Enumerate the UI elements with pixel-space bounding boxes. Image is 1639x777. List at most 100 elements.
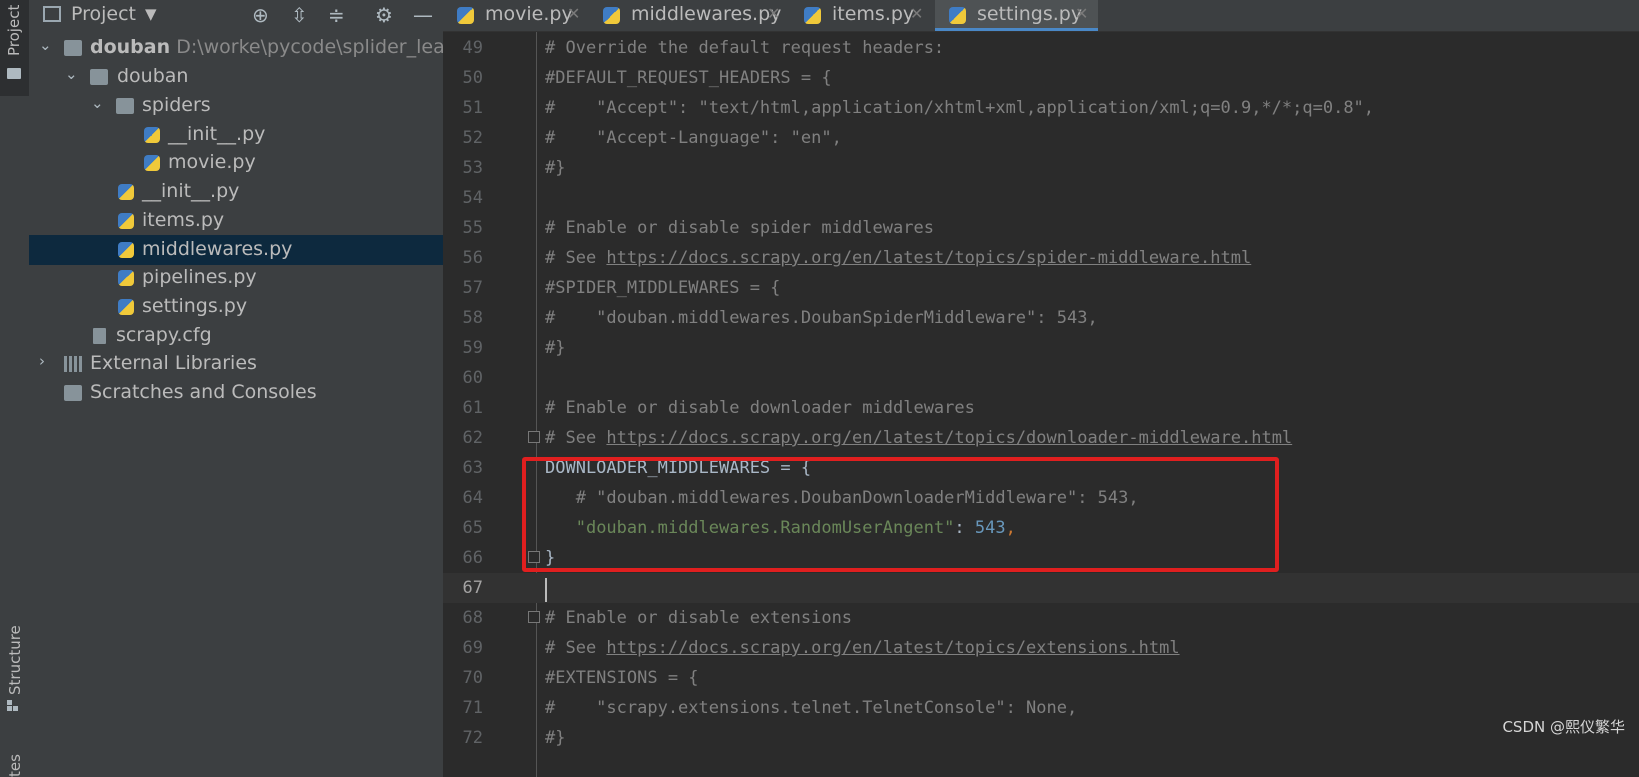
code-line: 58 # "douban.middlewares.DoubanSpiderMidd… [443, 303, 1639, 333]
line-number: 72 [462, 728, 483, 748]
tree-item-label: __init__.py [142, 180, 240, 202]
tab-movie-py[interactable]: movie.py ✕ [443, 0, 589, 31]
tree-item-external-libraries[interactable]: › External Libraries [29, 349, 461, 379]
code-line: 50 #DEFAULT_REQUEST_HEADERS = { [443, 63, 1639, 93]
python-file-icon [118, 242, 134, 258]
tree-item-middlewares[interactable]: middlewares.py [29, 235, 461, 265]
tree-item-scratches[interactable]: Scratches and Consoles [29, 378, 461, 408]
code-line: 71 # "scrapy.extensions.telnet.TelnetCons… [443, 693, 1639, 723]
highlight-annotation-box [522, 457, 1279, 572]
line-number: 49 [462, 38, 483, 58]
line-number: 67 [462, 578, 483, 598]
code-text: #SPIDER_MIDDLEWARES = { [545, 278, 781, 298]
project-panel-header: Project ▼ ⊕ ⇳ ≑ ⚙ — [29, 0, 461, 30]
folder-icon [7, 68, 21, 79]
minimize-icon[interactable]: — [413, 3, 433, 27]
code-text: #DEFAULT_REQUEST_HEADERS = { [545, 68, 832, 88]
chevron-down-icon[interactable]: ⌄ [91, 94, 104, 112]
project-tool-tab[interactable]: Project [0, 0, 29, 96]
doc-link[interactable]: https://docs.scrapy.org/en/latest/topics… [606, 428, 1292, 448]
code-text: # "scrapy.extensions.telnet.TelnetConsol… [545, 698, 1078, 718]
tree-item-douban-root[interactable]: ⌄ douban D:\worke\pycode\splider_learn\d… [29, 33, 494, 63]
close-icon[interactable]: ✕ [567, 4, 580, 23]
line-number: 58 [462, 308, 483, 328]
tree-item-label: pipelines.py [142, 266, 257, 288]
locate-icon[interactable]: ⊕ [252, 3, 269, 27]
tab-items-py[interactable]: items.py ✕ [790, 0, 933, 31]
code-line: 51 # "Accept": "text/html,application/xht… [443, 93, 1639, 123]
expand-all-icon[interactable]: ⇳ [291, 3, 308, 27]
python-file-icon [118, 184, 134, 200]
tab-settings-py[interactable]: settings.py ✕ [935, 0, 1098, 31]
code-line: 53 #} [443, 153, 1639, 183]
fold-marker-icon[interactable] [528, 431, 540, 443]
line-number: 62 [462, 428, 483, 448]
line-number: 70 [462, 668, 483, 688]
code-text: # "Accept-Language": "en", [545, 128, 842, 148]
gear-icon[interactable]: ⚙ [375, 3, 393, 27]
code-text: #} [545, 158, 566, 178]
tab-middlewares-py[interactable]: middlewares.py ✕ [589, 0, 790, 31]
tree-item-settings[interactable]: settings.py [29, 292, 461, 322]
tab-label: middlewares.py [631, 3, 782, 25]
line-number: 69 [462, 638, 483, 658]
close-icon[interactable]: ✕ [910, 4, 923, 23]
code-text: # "Accept": "text/html,application/xhtml… [545, 98, 1375, 118]
code-text: # Enable or disable extensions [545, 608, 853, 628]
code-line: 55 # Enable or disable spider middlewares [443, 213, 1639, 243]
line-number: 66 [462, 548, 483, 568]
tree-item-scrapy-cfg[interactable]: scrapy.cfg [29, 321, 461, 351]
close-icon[interactable]: ✕ [1075, 4, 1088, 23]
folder-icon [64, 40, 82, 56]
code-line: 59 #} [443, 333, 1639, 363]
code-text: #} [545, 728, 566, 748]
collapse-all-icon[interactable]: ≑ [328, 3, 345, 27]
fold-marker-icon[interactable] [528, 611, 540, 623]
project-panel-title[interactable]: Project [71, 3, 136, 25]
code-line: 60 [443, 363, 1639, 393]
code-line: 72 #} [443, 723, 1639, 753]
tree-item-pipelines[interactable]: pipelines.py [29, 263, 461, 293]
tool-window-strip: Project Structure tes [0, 0, 30, 777]
chevron-down-icon[interactable]: ▼ [145, 5, 157, 23]
tree-item-spiders-init[interactable]: __init__.py [29, 120, 461, 150]
line-number: 52 [462, 128, 483, 148]
editor-tab-bar: movie.py ✕ middlewares.py ✕ items.py ✕ s… [443, 0, 1639, 32]
python-file-icon [144, 127, 160, 143]
package-icon [116, 98, 134, 114]
code-line: 49 # Override the default request headers… [443, 33, 1639, 63]
code-text: # Enable or disable downloader middlewar… [545, 398, 975, 418]
line-number: 51 [462, 98, 483, 118]
code-line: 57 #SPIDER_MIDDLEWARES = { [443, 273, 1639, 303]
code-text: # "douban.middlewares.DoubanSpiderMiddle… [545, 308, 1098, 328]
line-number: 57 [462, 278, 483, 298]
close-icon[interactable]: ✕ [767, 4, 780, 23]
doc-link[interactable]: https://docs.scrapy.org/en/latest/topics… [606, 248, 1251, 268]
code-text: # Override the default request headers: [545, 38, 945, 58]
code-line: 68 # Enable or disable extensions [443, 603, 1639, 633]
project-panel: Project ▼ ⊕ ⇳ ≑ ⚙ — ⌄ douban D:\worke\py… [29, 0, 494, 777]
line-number: 50 [462, 68, 483, 88]
chevron-right-icon[interactable]: › [39, 352, 45, 370]
tree-item-douban-package[interactable]: ⌄ douban [29, 62, 461, 92]
tree-item-items[interactable]: items.py [29, 206, 461, 236]
tree-item-movie[interactable]: movie.py [29, 148, 461, 178]
python-file-icon [144, 155, 160, 171]
tree-item-label: Scratches and Consoles [90, 381, 317, 403]
code-line: 52 # "Accept-Language": "en", [443, 123, 1639, 153]
tree-item-label: scrapy.cfg [116, 324, 212, 346]
python-file-icon [457, 7, 474, 24]
tree-item-label: douban [117, 65, 189, 87]
tree-item-init[interactable]: __init__.py [29, 177, 461, 207]
doc-link[interactable]: https://docs.scrapy.org/en/latest/topics… [606, 638, 1179, 658]
code-editor[interactable]: 49 # Override the default request headers… [443, 32, 1639, 777]
tree-item-label: External Libraries [90, 352, 257, 374]
chevron-down-icon[interactable]: ⌄ [39, 36, 52, 54]
line-number: 71 [462, 698, 483, 718]
tree-item-label: items.py [142, 209, 225, 231]
tree-item-label: middlewares.py [142, 238, 293, 260]
code-line: 54 [443, 183, 1639, 213]
chevron-down-icon[interactable]: ⌄ [65, 65, 78, 83]
tree-item-spiders[interactable]: ⌄ spiders [29, 91, 461, 121]
tree-item-label: spiders [142, 94, 211, 116]
